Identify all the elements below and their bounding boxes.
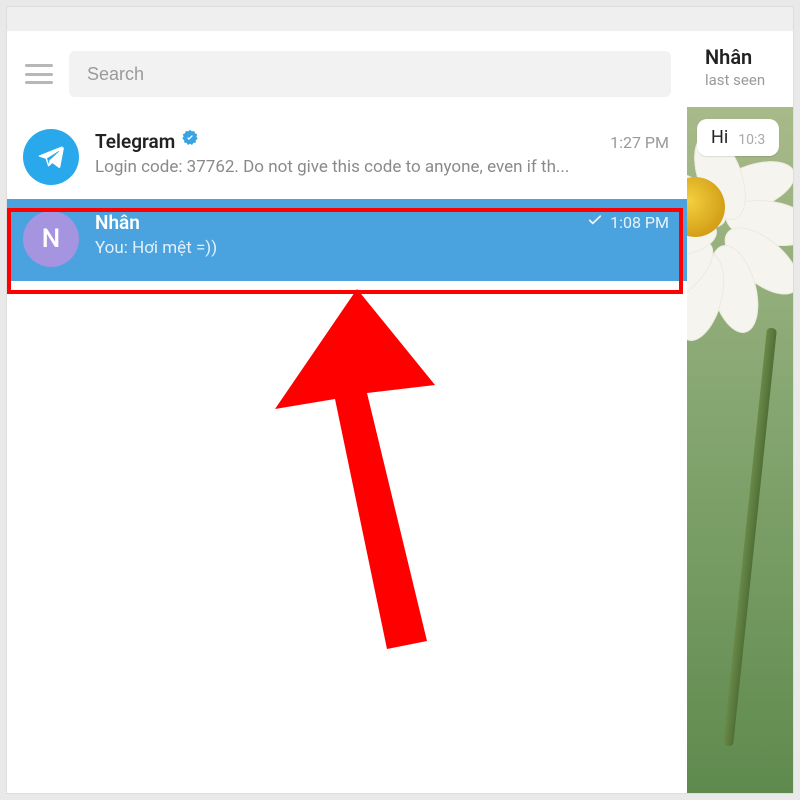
window-chrome-top: [7, 7, 793, 31]
message-bubble[interactable]: Hi 10:3: [697, 119, 779, 156]
verified-badge-icon: [181, 129, 199, 147]
message-text: Hi: [711, 127, 728, 148]
conversation-panel: Nhân last seen: [687, 31, 793, 793]
avatar-nhan: N: [23, 211, 79, 267]
chat-time: 1:08 PM: [586, 211, 669, 233]
chat-time-text: 1:08 PM: [610, 213, 669, 232]
conversation-subtitle: last seen: [705, 71, 775, 89]
search-input[interactable]: [69, 51, 671, 97]
annotation-arrow-icon: [227, 289, 487, 669]
chat-item-nhan[interactable]: N Nhân 1:08 PM You: Hơi mệt =)): [7, 199, 687, 281]
chat-preview: You: Hơi mệt =)): [95, 238, 669, 258]
chat-preview: Login code: 37762. Do not give this code…: [95, 157, 669, 177]
telegram-plane-icon: [36, 142, 66, 172]
chat-time: 1:27 PM: [610, 133, 669, 152]
conversation-title: Nhân: [705, 45, 775, 69]
chat-title: Telegram: [95, 130, 175, 153]
chat-item-telegram[interactable]: Telegram 1:27 PM Login code: 37762. Do n…: [7, 117, 687, 199]
conversation-header[interactable]: Nhân last seen: [687, 31, 793, 97]
chat-title: Nhân: [95, 211, 140, 234]
conversation-background: Hi 10:3: [687, 107, 793, 793]
avatar-telegram: [23, 129, 79, 185]
search-input-field[interactable]: [87, 64, 653, 85]
chat-list-panel: Telegram 1:27 PM Login code: 37762. Do n…: [7, 31, 687, 793]
message-time: 10:3: [738, 132, 765, 148]
menu-icon[interactable]: [25, 64, 53, 84]
sent-check-icon: [586, 211, 604, 233]
